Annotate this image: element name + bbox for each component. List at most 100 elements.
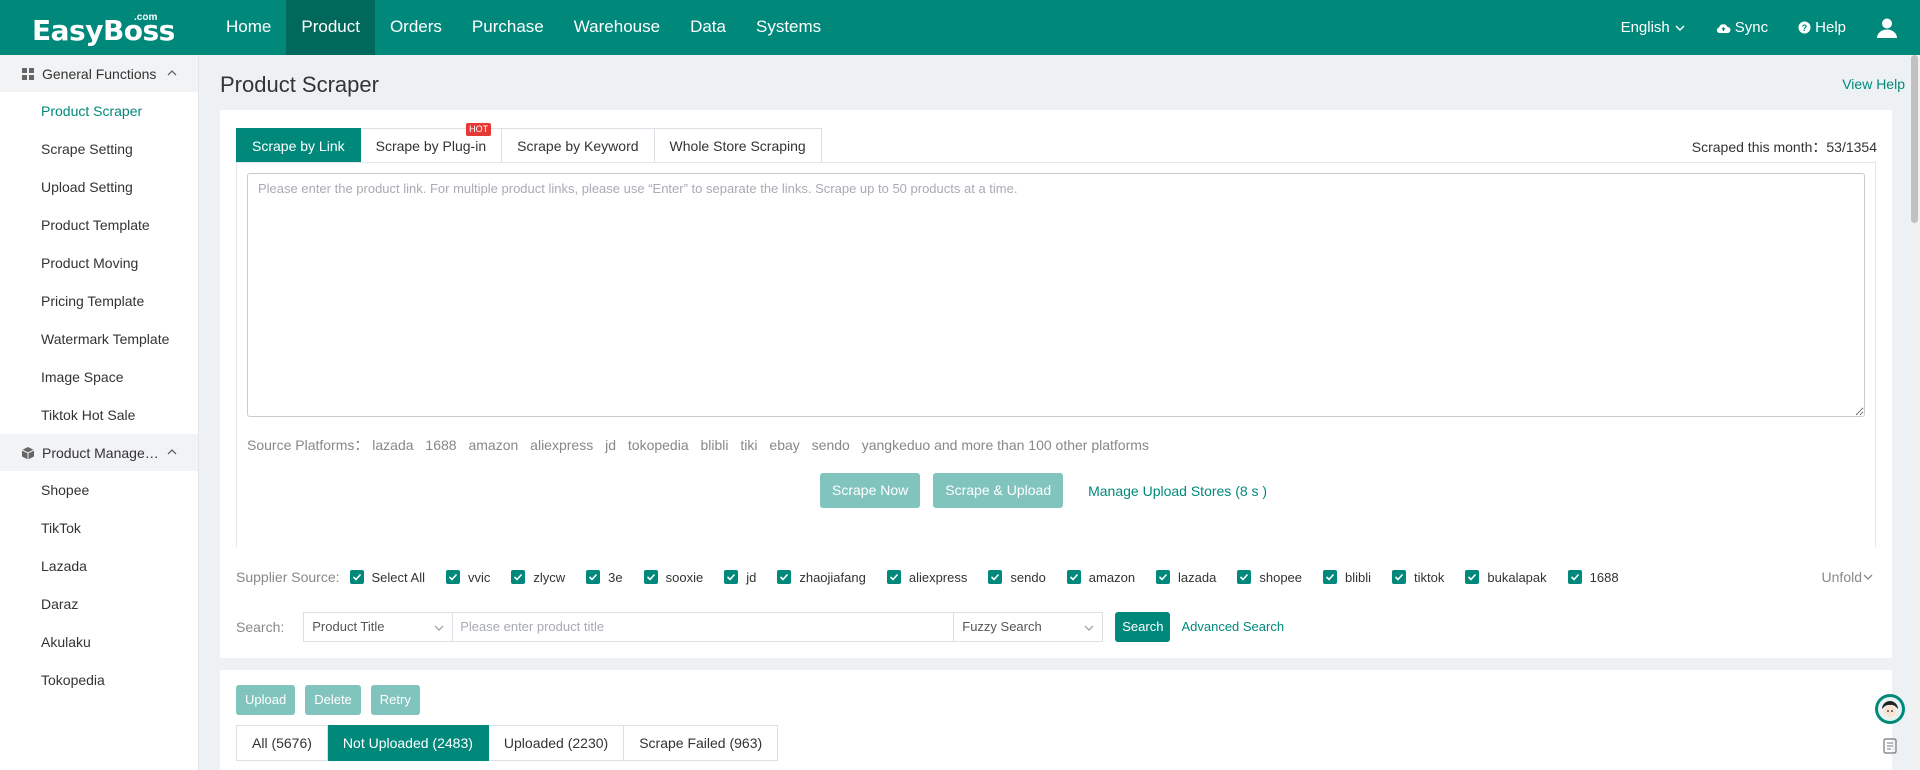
supplier-checkbox-amazon[interactable]: amazon [1066, 570, 1135, 585]
platform-1688: 1688 [425, 437, 457, 453]
easyboss-logo[interactable]: EasyBoss .com [32, 10, 175, 47]
tab-not-uploaded[interactable]: Not Uploaded (2483) [327, 725, 489, 761]
tab-scrape-failed[interactable]: Scrape Failed (963) [624, 725, 779, 761]
sidebar-item-tiktok-hot-sale[interactable]: Tiktok Hot Sale [0, 396, 198, 434]
platform-jd: jd [605, 437, 616, 453]
manage-upload-stores-link[interactable]: Manage Upload Stores (8 s ) [1088, 483, 1267, 499]
sidebar: General Functions Product Scraper Scrape… [0, 55, 199, 770]
supplier-checkbox-sooxie[interactable]: sooxie [643, 569, 704, 585]
chevron-down-icon [1084, 625, 1094, 631]
page-scrollbar[interactable] [1909, 55, 1920, 770]
supplier-checkbox-aliexpress[interactable]: aliexpress [886, 569, 968, 585]
supplier-checkbox-3e[interactable]: 3e [586, 570, 623, 585]
scrollbar-thumb[interactable] [1911, 55, 1918, 223]
search-field-select[interactable]: Product Title [303, 611, 454, 642]
supplier-label: lazada [1178, 569, 1217, 585]
user-icon[interactable] [1876, 17, 1898, 39]
search-button[interactable]: Search [1115, 611, 1171, 642]
sidebar-item-akulaku[interactable]: Akulaku [0, 623, 198, 661]
scrape-and-upload-button[interactable]: Scrape & Upload [933, 473, 1064, 508]
retry-button[interactable]: Retry [370, 685, 420, 715]
nav-systems[interactable]: Systems [741, 0, 836, 55]
help-label: Help [1815, 19, 1846, 36]
sidebar-group-general-functions[interactable]: General Functions [0, 55, 198, 92]
supplier-checkbox-1688[interactable]: 1688 [1567, 570, 1619, 585]
checkbox-checked-icon [1392, 570, 1407, 584]
help-button[interactable]: ? Help [1798, 19, 1846, 36]
sidebar-item-lazada[interactable]: Lazada [0, 547, 198, 585]
supplier-checkbox-zhaojiafang[interactable]: zhaojiafang [777, 570, 866, 585]
delete-button[interactable]: Delete [305, 685, 361, 715]
support-avatar-icon[interactable] [1875, 694, 1905, 724]
help-circle-icon: ? [1798, 21, 1811, 34]
sidebar-item-shopee[interactable]: Shopee [0, 471, 198, 509]
tab-scrape-by-plugin[interactable]: Scrape by Plug-in HOT [360, 123, 503, 163]
sync-button[interactable]: Sync [1716, 19, 1768, 36]
sidebar-group-label: General Functions [42, 65, 157, 82]
language-switcher[interactable]: English [1621, 19, 1686, 36]
advanced-search-link[interactable]: Advanced Search [1181, 619, 1284, 634]
nav-data[interactable]: Data [675, 0, 741, 55]
supplier-checkbox-bukalapak[interactable]: bukalapak [1465, 570, 1547, 585]
search-field-value: Product Title [312, 619, 385, 634]
supplier-checkbox-vvic[interactable]: vvic [446, 570, 490, 585]
sidebar-item-watermark-template[interactable]: Watermark Template [0, 320, 198, 358]
supplier-label: Select All [371, 569, 425, 585]
supplier-checkbox-lazada[interactable]: lazada [1156, 570, 1216, 585]
supplier-checkbox-select-all[interactable]: Select All [349, 569, 425, 585]
sidebar-group-product-management[interactable]: Product Managem... [0, 434, 198, 471]
upload-button[interactable]: Upload [236, 685, 296, 715]
tab-uploaded[interactable]: Uploaded (2230) [488, 725, 625, 761]
supplier-checkbox-sendo[interactable]: sendo [988, 570, 1046, 585]
supplier-checkbox-zlycw[interactable]: zlycw [511, 570, 565, 585]
sidebar-item-tokopedia[interactable]: Tokopedia [0, 661, 198, 699]
sidebar-item-product-scraper[interactable]: Product Scraper [0, 92, 198, 130]
sidebar-item-scrape-setting[interactable]: Scrape Setting [0, 130, 198, 168]
checkbox-checked-icon [643, 570, 658, 584]
sidebar-item-product-moving[interactable]: Product Moving [0, 244, 198, 282]
sidebar-item-daraz[interactable]: Daraz [0, 585, 198, 623]
nav-home[interactable]: Home [211, 0, 286, 55]
page-title: Product Scraper [220, 72, 379, 97]
chevron-down-icon [434, 625, 444, 631]
tab-scrape-by-keyword[interactable]: Scrape by Keyword [502, 128, 655, 163]
scraped-this-month: Scraped this month：53/1354 [1692, 137, 1877, 157]
sidebar-item-upload-setting[interactable]: Upload Setting [0, 168, 198, 206]
nav-purchase[interactable]: Purchase [457, 0, 559, 55]
notepad-icon[interactable] [1883, 738, 1897, 754]
grid-icon [22, 67, 34, 80]
tab-whole-store-scraping[interactable]: Whole Store Scraping [654, 128, 822, 163]
unfold-toggle[interactable]: Unfold [1822, 569, 1874, 585]
supplier-label: sooxie [665, 569, 704, 585]
sidebar-item-image-space[interactable]: Image Space [0, 358, 198, 396]
view-help-link[interactable]: View Help [1842, 76, 1905, 92]
checkbox-checked-icon [777, 570, 792, 584]
supplier-checkbox-blibli[interactable]: blibli [1323, 570, 1371, 585]
chevron-down-icon [1863, 574, 1873, 580]
status-tabs: All (5676) Not Uploaded (2483) Uploaded … [236, 725, 779, 761]
cloud-sync-icon [1716, 23, 1731, 33]
supplier-checkbox-jd[interactable]: jd [724, 570, 756, 585]
sync-label: Sync [1734, 19, 1769, 36]
platform-tiki: tiki [740, 437, 758, 453]
supplier-label: jd [746, 569, 757, 585]
search-input[interactable] [453, 611, 954, 642]
supplier-source-label: Supplier Source: [236, 569, 340, 585]
bulk-actions: Upload Delete Retry [236, 685, 430, 715]
supplier-checkbox-shopee[interactable]: shopee [1237, 570, 1302, 585]
tab-scrape-by-link[interactable]: Scrape by Link [236, 128, 361, 163]
nav-warehouse[interactable]: Warehouse [559, 0, 675, 55]
nav-orders[interactable]: Orders [375, 0, 457, 55]
sidebar-item-tiktok[interactable]: TikTok [0, 509, 198, 547]
supplier-checkbox-tiktok[interactable]: tiktok [1392, 570, 1444, 585]
nav-product[interactable]: Product [286, 0, 375, 55]
scrape-now-button[interactable]: Scrape Now [820, 473, 921, 508]
chevron-down-icon [1675, 25, 1685, 31]
sidebar-item-pricing-template[interactable]: Pricing Template [0, 282, 198, 320]
product-links-textarea[interactable] [247, 173, 1865, 417]
supplier-label: aliexpress [908, 569, 968, 585]
checkbox-checked-icon [988, 570, 1003, 584]
sidebar-item-product-template[interactable]: Product Template [0, 206, 198, 244]
tab-all[interactable]: All (5676) [236, 725, 328, 761]
search-mode-select[interactable]: Fuzzy Search [953, 611, 1104, 642]
